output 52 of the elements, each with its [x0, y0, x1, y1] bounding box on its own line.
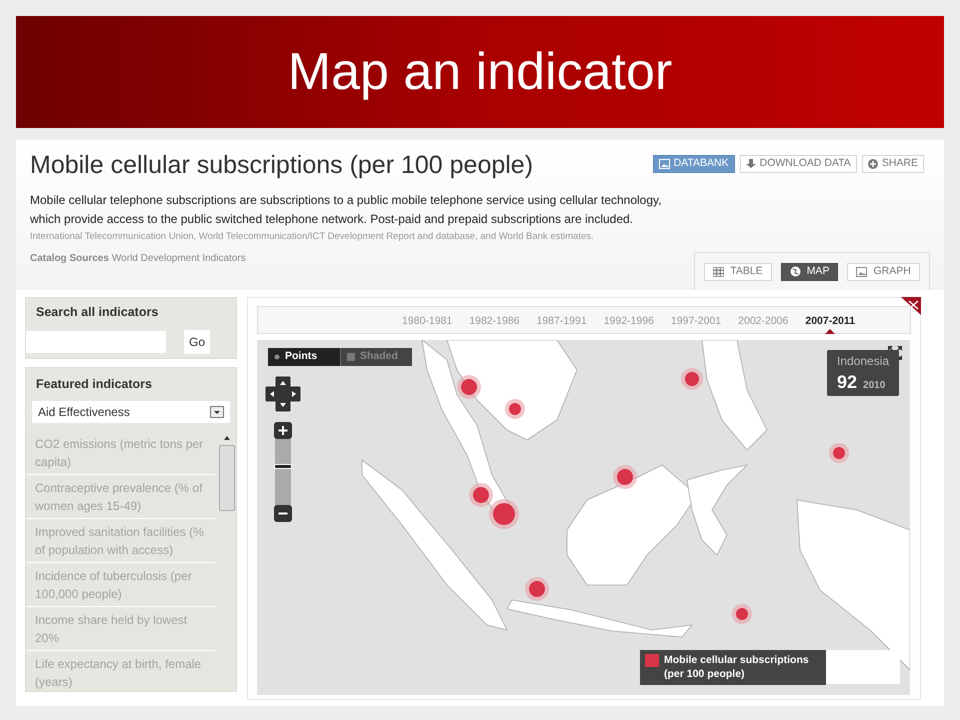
tooltip-country: Indonesia	[837, 354, 889, 369]
data-point[interactable]	[457, 375, 481, 399]
legend-label: Mobile cellular subscriptions (per 100 people)	[664, 653, 810, 681]
dot-icon	[274, 354, 280, 360]
panel-title: Search all indicators	[35, 304, 160, 321]
tooltip-value: 92	[837, 371, 858, 394]
data-point[interactable]	[732, 604, 752, 624]
period-tab[interactable]: 2007-2011	[805, 314, 855, 333]
go-button[interactable]: Go	[184, 330, 210, 354]
view-tab[interactable]: TABLE	[704, 262, 772, 280]
tooltip-year: 2010	[863, 379, 886, 393]
period-tab[interactable]: 2002-2006	[738, 314, 788, 333]
category-dropdown[interactable]: Aid Effectiveness	[32, 400, 230, 423]
databank-button[interactable]: DATABANK	[652, 155, 735, 173]
period-tab[interactable]: 1992-1996	[604, 314, 654, 333]
data-point[interactable]	[505, 399, 525, 419]
catalog-value: World Development Indicators	[112, 252, 246, 266]
scrollbar-thumb[interactable]	[219, 444, 235, 511]
download-button[interactable]: DOWNLOAD DATA	[740, 155, 857, 173]
view-tab[interactable]: MAP	[780, 262, 838, 280]
page-title: Mobile cellular subscriptions (per 100 people)	[30, 150, 534, 181]
data-point[interactable]	[489, 499, 519, 529]
data-point[interactable]	[829, 443, 849, 463]
data-point[interactable]	[525, 577, 549, 601]
data-point[interactable]	[613, 465, 637, 489]
zoom-control[interactable]	[274, 422, 292, 522]
share-button[interactable]: SHARE	[862, 155, 924, 173]
pan-control[interactable]	[265, 376, 301, 412]
image-icon	[658, 159, 670, 169]
map-mode-toggle[interactable]: Points	[268, 348, 340, 366]
legend-swatch	[645, 654, 659, 667]
zoom-in-icon[interactable]	[274, 422, 292, 439]
plus-circle-icon	[868, 159, 878, 169]
map-mode-toggle[interactable]: Shaded	[340, 348, 412, 366]
description: Mobile cellular telephone subscriptions are subscriptions to a public mobile telephone service using cellular technology, which provide access to the public switched telephone network. Post-paid and prepaid subscriptions are included.	[30, 192, 662, 228]
panel-title: Featured indicators	[35, 376, 153, 393]
catalog-label: Catalog Sources	[30, 252, 109, 266]
view-tab[interactable]: GRAPH	[847, 262, 920, 280]
image-icon	[856, 266, 868, 276]
download-icon	[746, 159, 756, 169]
zoom-out-icon[interactable]	[274, 505, 292, 522]
period-tab[interactable]: 1987-1991	[536, 314, 587, 333]
search-field[interactable]	[26, 330, 166, 353]
period-tab[interactable]: 1982-1986	[469, 314, 520, 333]
period-tab[interactable]: 1980-1981	[402, 314, 452, 333]
source-note: International Telecommunication Union, World Telecommunication/ICT Development Report and database, and World Bank estimates.	[30, 230, 595, 244]
globe-icon	[790, 266, 801, 277]
data-point[interactable]	[469, 483, 493, 507]
period-tab[interactable]: 1997-2001	[670, 314, 722, 333]
data-point[interactable]	[681, 368, 703, 390]
dropdown-value: Aid Effectiveness	[38, 404, 130, 421]
slide-title: Map an indicator	[288, 46, 672, 98]
